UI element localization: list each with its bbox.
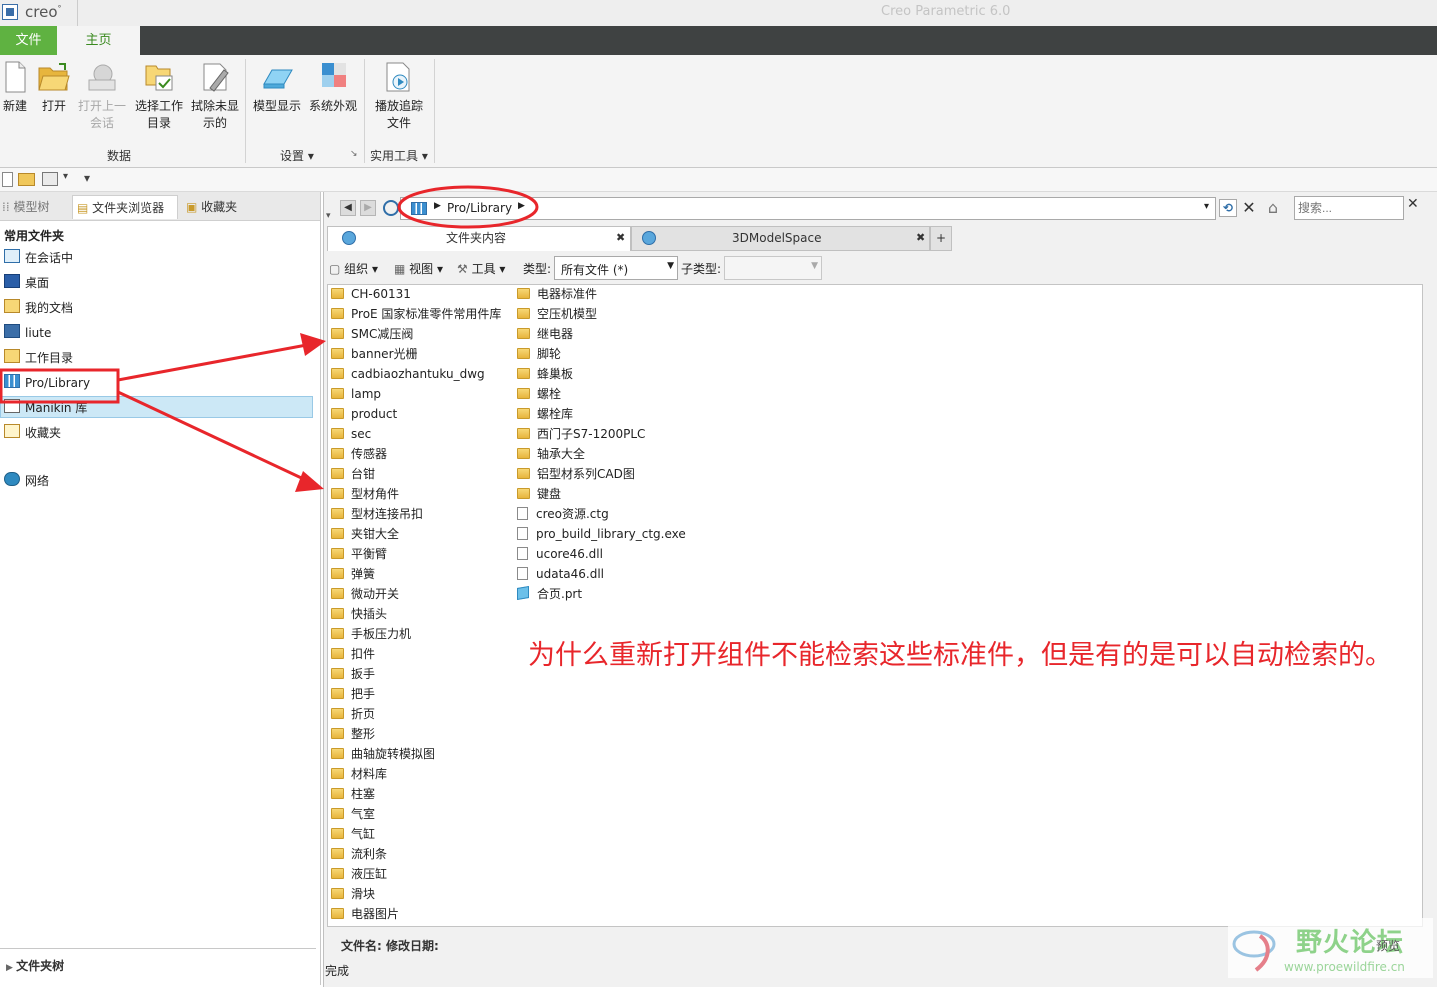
highlight-box xyxy=(0,368,120,404)
arrowhead-icon xyxy=(295,471,324,492)
annotation-overlay xyxy=(0,185,539,492)
arrowhead-icon xyxy=(300,333,326,356)
pointer-arrow xyxy=(117,342,313,382)
pointer-arrow xyxy=(117,390,311,484)
highlight-circle xyxy=(397,185,539,229)
